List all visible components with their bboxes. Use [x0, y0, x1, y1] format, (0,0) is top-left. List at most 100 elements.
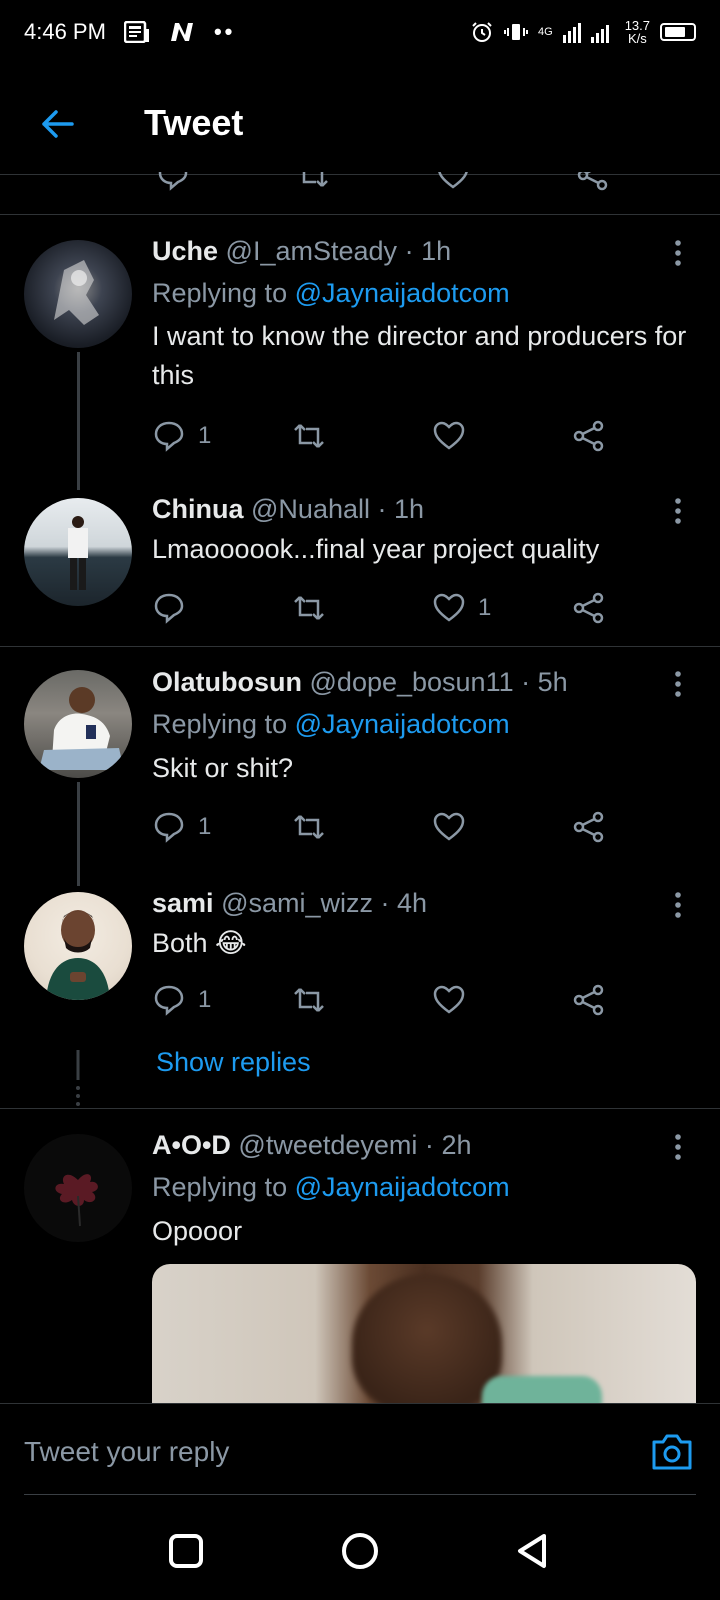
like-button[interactable]	[432, 980, 478, 1020]
reply-icon[interactable]	[156, 172, 190, 192]
tweet-text: I want to know the director and producer…	[152, 321, 687, 390]
like-icon[interactable]	[436, 172, 470, 192]
reply-icon	[154, 812, 184, 843]
author-name[interactable]: sami	[152, 888, 214, 918]
reply-button[interactable]: 1	[152, 416, 211, 456]
vibrate-icon	[504, 24, 528, 40]
tweet-text: Lmaoooook...final year project quality	[152, 534, 600, 564]
tweet-divider	[0, 646, 720, 647]
like-button[interactable]	[432, 416, 478, 456]
separator: ·	[424, 1130, 434, 1160]
more-options-icon[interactable]	[668, 669, 688, 699]
thread-line	[77, 352, 80, 490]
share-button[interactable]	[572, 807, 606, 847]
like-button[interactable]: 1	[432, 588, 491, 628]
replying-to: Replying to @Jaynaijadotcom	[152, 278, 510, 309]
mention-link[interactable]: @Jaynaijadotcom	[295, 709, 510, 739]
author-name[interactable]: Uche	[152, 236, 218, 266]
tweet-text: Both 😂	[152, 928, 247, 958]
separator: ·	[404, 236, 414, 266]
retweet-icon	[294, 424, 324, 448]
alarm-icon	[472, 22, 492, 42]
reply-input[interactable]: Tweet your reply	[24, 1436, 229, 1468]
news-icon	[123, 21, 149, 43]
author-handle[interactable]: @Nuahall	[251, 494, 370, 524]
avatar[interactable]	[24, 240, 132, 348]
retweet-button[interactable]	[292, 980, 338, 1020]
tweet-divider	[0, 1108, 720, 1109]
reply-composer: Tweet your reply	[0, 1403, 720, 1495]
replying-label: Replying to	[152, 1172, 288, 1202]
home-icon[interactable]	[339, 1530, 381, 1572]
author-handle[interactable]: @dope_bosun11	[310, 667, 514, 697]
like-count: 1	[478, 594, 492, 621]
share-button[interactable]	[572, 980, 606, 1020]
status-time: 4:46 PM	[24, 19, 106, 44]
back-arrow-icon[interactable]	[38, 104, 78, 144]
reply-input-underline	[24, 1494, 696, 1495]
recent-apps-icon[interactable]	[165, 1530, 207, 1572]
reply-count: 1	[198, 422, 212, 449]
n-app-icon	[170, 23, 193, 41]
previous-tweet-actions	[0, 172, 720, 194]
reply-button[interactable]: 1	[152, 980, 211, 1020]
retweet-icon	[294, 596, 324, 620]
tweet-header: A•O•D @tweetdeyemi · 2h	[152, 1130, 471, 1161]
separator: ·	[377, 494, 387, 524]
author-handle[interactable]: @tweetdeyemi	[238, 1130, 417, 1160]
retweet-button[interactable]	[292, 807, 338, 847]
tweet-media-image[interactable]	[152, 1264, 696, 1404]
replying-to: Replying to @Jaynaijadotcom	[152, 709, 510, 740]
tweet-time: 5h	[537, 667, 568, 697]
reply-button[interactable]: 1	[152, 807, 211, 847]
separator: ·	[380, 888, 390, 918]
mention-link[interactable]: @Jaynaijadotcom	[295, 1172, 510, 1202]
more-options-icon[interactable]	[668, 890, 688, 920]
network-type: 4G	[538, 25, 553, 38]
avatar[interactable]	[24, 498, 132, 606]
author-name[interactable]: A•O•D	[152, 1130, 231, 1160]
thread-line	[77, 782, 80, 886]
more-options-icon[interactable]	[668, 1132, 688, 1162]
avatar[interactable]	[24, 1134, 132, 1242]
tweet-header: Uche @I_amSteady · 1h	[152, 236, 451, 267]
reply-button[interactable]	[152, 588, 198, 628]
retweet-button[interactable]	[292, 588, 338, 628]
share-button[interactable]	[572, 588, 606, 628]
tweet-time: 1h	[394, 494, 425, 524]
mention-link[interactable]: @Jaynaijadotcom	[295, 278, 510, 308]
author-handle[interactable]: @I_amSteady	[226, 236, 398, 266]
reply-count: 1	[198, 986, 212, 1013]
like-icon	[433, 421, 465, 450]
share-button[interactable]	[572, 416, 606, 456]
tweet-text: Skit or shit?	[152, 753, 294, 783]
back-icon[interactable]	[512, 1530, 554, 1572]
avatar[interactable]	[24, 670, 132, 778]
camera-icon[interactable]	[650, 1432, 694, 1472]
tweet-actions: 1	[152, 588, 672, 628]
author-handle[interactable]: @sami_wizz	[221, 888, 373, 918]
author-name[interactable]: Chinua	[152, 494, 244, 524]
share-icon[interactable]	[576, 172, 610, 192]
more-options-icon[interactable]	[668, 238, 688, 268]
retweet-button[interactable]	[292, 416, 338, 456]
tweet-header: sami @sami_wizz · 4h	[152, 888, 427, 919]
network-speed: 13.7 K/s	[625, 19, 650, 45]
author-name[interactable]: Olatubosun	[152, 667, 302, 697]
retweet-icon[interactable]	[296, 172, 330, 192]
retweet-icon	[294, 815, 324, 839]
replying-label: Replying to	[152, 278, 288, 308]
status-bar: 4:46 PM •• 4G 13.7 K/s	[0, 0, 720, 64]
avatar[interactable]	[24, 892, 132, 1000]
show-replies-link[interactable]: Show replies	[156, 1047, 311, 1078]
tweet-text: Opooor	[152, 1216, 243, 1246]
more-options-icon[interactable]	[668, 496, 688, 526]
like-button[interactable]	[432, 807, 478, 847]
retweet-icon	[294, 988, 324, 1012]
tweet-header: Chinua @Nuahall · 1h	[152, 494, 424, 525]
more-notifications-icon: ••	[213, 19, 236, 44]
tweet-time: 1h	[421, 236, 452, 266]
tweet-actions: 1	[152, 807, 672, 847]
top-app-bar: Tweet	[0, 84, 720, 164]
battery-icon	[660, 23, 696, 41]
